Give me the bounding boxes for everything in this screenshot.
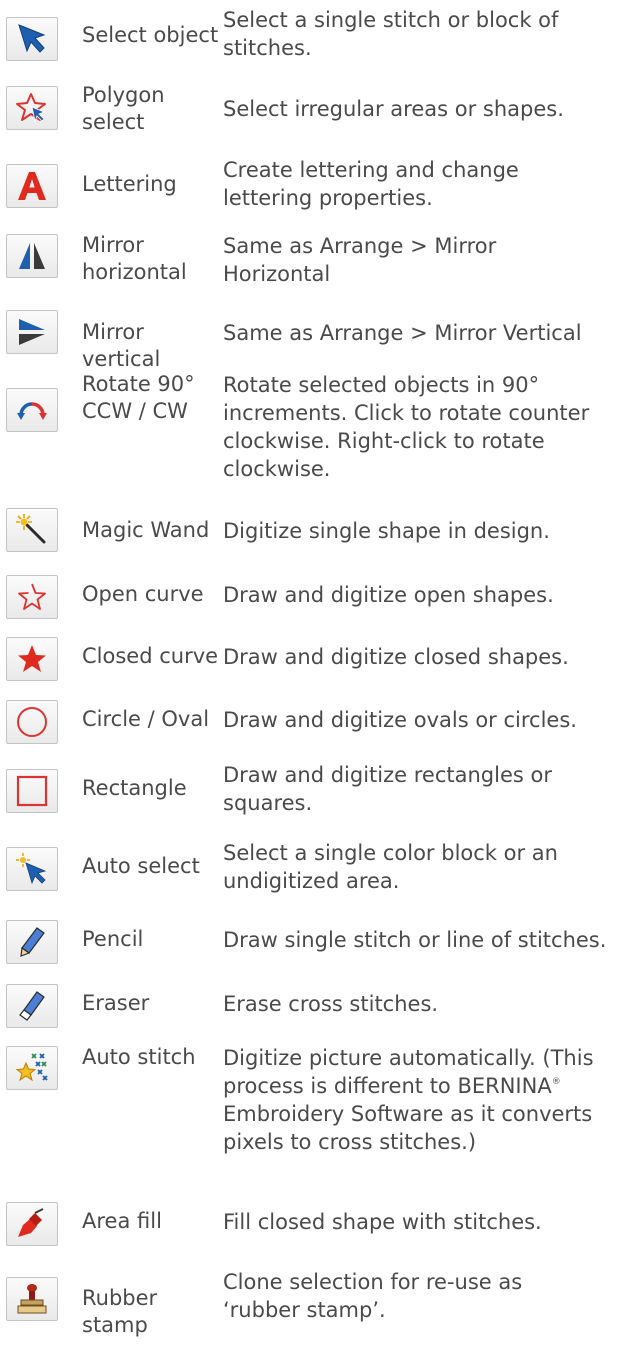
pencil-icon	[20, 927, 45, 957]
eraser-button[interactable]	[6, 984, 58, 1028]
tool-name: Select object	[82, 23, 219, 47]
tool-description: Select a single stitch or block of stitc…	[223, 8, 559, 60]
tool-name: Closed curve	[82, 644, 219, 668]
mirror-vertical-button[interactable]	[6, 310, 58, 354]
open-curve-button[interactable]	[6, 575, 58, 619]
tool-name: Eraser	[82, 991, 150, 1015]
select-arrow-icon	[18, 24, 46, 53]
tool-description: Erase cross stitches.	[223, 992, 439, 1016]
circle-icon	[17, 707, 47, 737]
polygon-star-icon	[16, 93, 46, 123]
tool-name: Lettering	[82, 172, 177, 196]
mirror-horizontal-button[interactable]	[6, 234, 58, 278]
tool-description: Create lettering and change lettering pr…	[223, 158, 519, 210]
tool-name: Circle / Oval	[82, 707, 210, 731]
tool-description: Draw and digitize open shapes.	[223, 583, 554, 607]
mirror-vertical-icon	[19, 319, 45, 345]
tool-description: Digitize single shape in design.	[223, 519, 550, 543]
rotate-90-button[interactable]	[6, 388, 58, 432]
lettering-a-icon	[18, 172, 46, 200]
mirror-horizontal-icon	[19, 243, 45, 269]
tool-description: Select irregular areas or shapes.	[223, 97, 564, 121]
auto-select-wand-icon	[16, 853, 47, 885]
auto-stitch-icon	[15, 1053, 48, 1082]
circle-oval-button[interactable]	[6, 700, 58, 744]
paint-bucket-icon	[18, 1208, 44, 1237]
tool-name: Auto select	[82, 854, 200, 878]
registered-mark: ®	[551, 1077, 561, 1087]
tool-description: Draw and digitize rectangles or squares.	[223, 763, 552, 815]
rubber-stamp-icon	[17, 1284, 47, 1314]
rubber-stamp-button[interactable]	[6, 1277, 58, 1321]
tool-description: Fill closed shape with stitches.	[223, 1210, 542, 1234]
tool-description: Draw and digitize closed shapes.	[223, 645, 569, 669]
tool-description: Same as Arrange > Mirror Horizontal	[223, 234, 497, 286]
tool-name: Polygon select	[82, 83, 165, 134]
tool-description: Rotate selected objects in 90° increment…	[223, 373, 590, 481]
tool-name: Area fill	[82, 1209, 162, 1233]
tool-description: Same as Arrange > Mirror Vertical	[223, 321, 582, 345]
closed-curve-button[interactable]	[6, 637, 58, 681]
open-star-icon	[18, 583, 46, 610]
polygon-select-button[interactable]	[6, 86, 58, 130]
tool-description: Select a single color block or an undigi…	[223, 841, 558, 893]
magic-wand-icon	[16, 514, 46, 544]
rectangle-icon	[16, 775, 48, 807]
tool-name: Mirror horizontal	[82, 233, 187, 284]
tool-description: Draw and digitize ovals or circles.	[223, 708, 577, 732]
rectangle-button[interactable]	[6, 769, 58, 813]
select-object-button[interactable]	[6, 17, 58, 61]
magic-wand-button[interactable]	[6, 508, 58, 552]
tool-description: Digitize picture automatically. (This pr…	[223, 1046, 594, 1154]
tool-name: Auto stitch	[82, 1045, 196, 1069]
tool-name: Rectangle	[82, 776, 187, 800]
rotate-arrows-icon	[17, 402, 47, 420]
tool-name: Rubber stamp	[82, 1286, 158, 1337]
filled-star-icon	[18, 645, 46, 672]
lettering-button[interactable]	[6, 164, 58, 208]
tool-name: Magic Wand	[82, 518, 210, 542]
tool-description: Clone selection for re-use as ‘rubber st…	[223, 1270, 523, 1322]
tool-name: Mirror vertical	[82, 320, 161, 371]
tool-name: Open curve	[82, 582, 204, 606]
eraser-icon	[19, 991, 45, 1021]
tool-name: Pencil	[82, 927, 144, 951]
tool-description: Draw single stitch or line of stitches.	[223, 928, 607, 952]
area-fill-button[interactable]	[6, 1202, 58, 1246]
auto-stitch-button[interactable]	[6, 1046, 58, 1090]
pencil-button[interactable]	[6, 920, 58, 964]
tool-name: Rotate 90° CCW / CW	[82, 372, 195, 423]
auto-select-button[interactable]	[6, 847, 58, 891]
